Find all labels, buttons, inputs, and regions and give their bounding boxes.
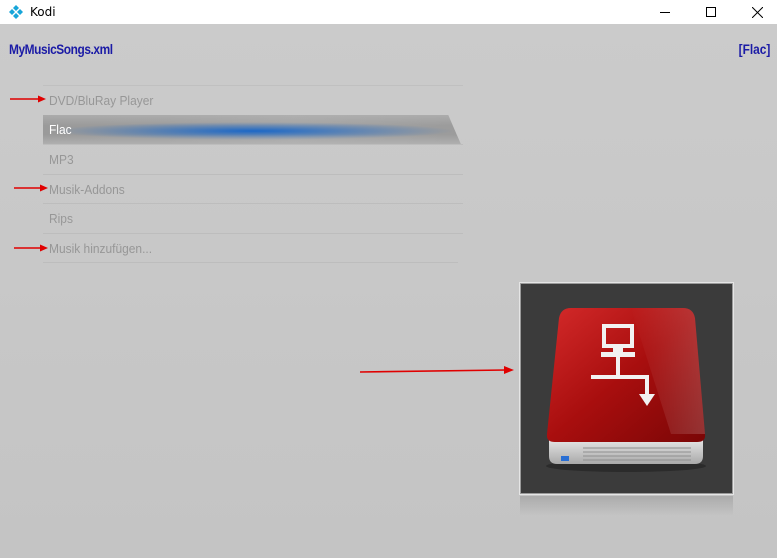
breadcrumb-path: MyMusicSongs.xml [9, 41, 113, 57]
list-item-rips[interactable]: Rips [43, 203, 463, 233]
title-bar: Kodi [0, 0, 777, 24]
list-item-label: DVD/BluRay Player [49, 93, 154, 108]
list-item-mp3[interactable]: MP3 [43, 144, 463, 174]
annotation-arrow-preview [360, 366, 514, 374]
list-item-dvd-bluray-player[interactable]: DVD/BluRay Player [43, 85, 463, 115]
close-icon [751, 6, 763, 18]
list-divider [43, 262, 458, 263]
window-title: Kodi [30, 5, 56, 19]
minimize-button[interactable] [642, 0, 688, 24]
list-item-label: Musik-Addons [49, 181, 125, 197]
list-item-flac[interactable]: Flac [43, 114, 463, 145]
selection-highlight [43, 114, 461, 145]
annotation-arrow-musik-addons [14, 184, 48, 192]
annotation-arrow-musik-hinzufuegen [14, 244, 48, 252]
list-item-label: MP3 [49, 152, 74, 167]
maximize-button[interactable] [688, 0, 734, 24]
list-item-label: Flac [49, 121, 72, 137]
maximize-icon [706, 7, 716, 17]
list-item-label: Musik hinzufügen... [49, 240, 153, 256]
thumbnail-reflection [520, 496, 733, 516]
source-list: DVD/BluRay Player Flac MP3 Musik-Addons … [43, 85, 463, 262]
close-button[interactable] [734, 0, 777, 24]
preview-thumbnail [520, 283, 733, 494]
kodi-logo-icon [9, 5, 23, 19]
context-label: [Flac] [738, 41, 770, 57]
minimize-icon [660, 12, 670, 13]
list-item-musik-hinzufuegen[interactable]: Musik hinzufügen... [43, 232, 463, 263]
list-item-musik-addons[interactable]: Musik-Addons [43, 173, 463, 204]
list-item-label: Rips [49, 211, 73, 226]
annotation-arrow-dvd [10, 95, 46, 103]
network-drive-icon [521, 284, 732, 493]
